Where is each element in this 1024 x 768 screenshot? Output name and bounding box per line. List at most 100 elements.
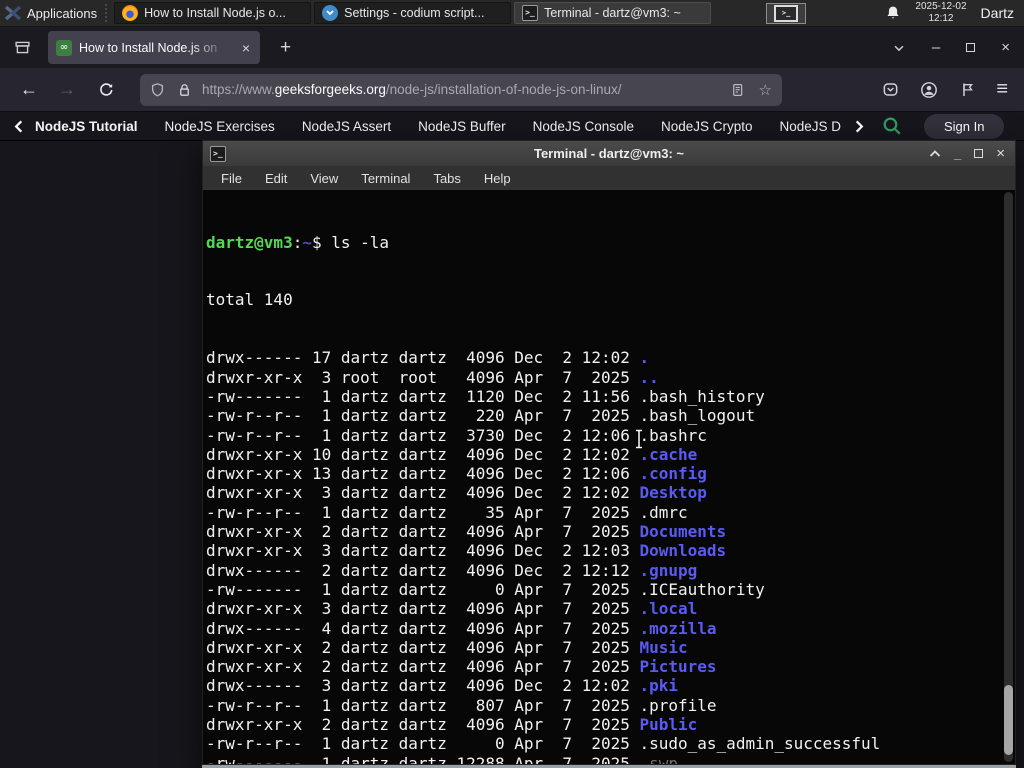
- geeksforgeeks-favicon: ∞: [56, 39, 72, 56]
- ls-row: -rw-r--r-- 1 dartz dartz 3730 Dec 2 12:0…: [206, 426, 1001, 445]
- firefox-view-icon[interactable]: [8, 34, 36, 62]
- ls-row-filename: Desktop: [639, 483, 707, 503]
- account-icon[interactable]: [920, 81, 938, 99]
- prompt-line: dartz@vm3:~$ ls -la: [206, 232, 390, 252]
- extensions-icon[interactable]: [959, 81, 975, 98]
- workspace-switcher[interactable]: >_: [766, 2, 807, 24]
- reload-icon[interactable]: [98, 82, 114, 98]
- new-tab-button[interactable]: +: [274, 35, 297, 61]
- browser-tab-active[interactable]: ∞ How to Install Node.js on ×: [48, 31, 260, 64]
- menu-tabs[interactable]: Tabs: [433, 171, 460, 186]
- sign-in-button[interactable]: Sign In: [924, 113, 1005, 139]
- ls-row: drwxr-xr-x 3 dartz dartz 4096 Dec 2 12:0…: [206, 483, 1001, 502]
- taskbar-window-codium[interactable]: Settings - codium script...: [314, 2, 512, 24]
- taskbar-window-label: Terminal - dartz@vm3: ~: [544, 6, 681, 20]
- nav-link-buffer[interactable]: NodeJS Buffer: [418, 119, 506, 134]
- url-bar[interactable]: https://www.geeksforgeeks.org/node-js/in…: [140, 73, 782, 106]
- notification-bell-icon[interactable]: [885, 5, 901, 21]
- ls-row: drwx------ 17 dartz dartz 4096 Dec 2 12:…: [206, 348, 1001, 367]
- applications-menu[interactable]: Applications: [27, 6, 97, 21]
- taskbar-window-firefox[interactable]: How to Install Node.js o...: [114, 2, 312, 24]
- nav-link-dns[interactable]: NodeJS DNS: [780, 119, 841, 134]
- codium-icon: [322, 5, 339, 21]
- terminal-scrollbar[interactable]: [1004, 192, 1013, 762]
- browser-toolbar: ← → https://www.geeksforgeeks.org/node-j…: [0, 68, 1024, 112]
- list-all-tabs-icon[interactable]: [892, 41, 906, 55]
- ls-row-meta: drwxr-xr-x 10 dartz dartz 4096 Dec 2 12:…: [206, 444, 640, 464]
- nav-link-assert[interactable]: NodeJS Assert: [302, 119, 391, 134]
- ls-row-filename: .bash_history: [639, 386, 765, 406]
- prompt-cwd: ~: [302, 232, 312, 252]
- url-text: https://www.geeksforgeeks.org/node-js/in…: [202, 82, 622, 97]
- ls-row: drwxr-xr-x 2 dartz dartz 4096 Apr 7 2025…: [206, 657, 1001, 676]
- terminal-scrollbar-thumb[interactable]: [1004, 685, 1013, 755]
- panel-separator: [105, 4, 110, 22]
- nav-link-exercises[interactable]: NodeJS Exercises: [165, 119, 275, 134]
- nav-link-console[interactable]: NodeJS Console: [533, 119, 634, 134]
- terminal-titlebar[interactable]: >_ Terminal - dartz@vm3: ~ _ ×: [202, 140, 1016, 166]
- workspace-terminal-thumbnail: >_: [774, 4, 799, 22]
- back-button[interactable]: ←: [20, 79, 38, 100]
- menu-file[interactable]: File: [221, 171, 242, 186]
- ls-row: drwxr-xr-x 10 dartz dartz 4096 Dec 2 12:…: [206, 445, 1001, 464]
- ls-row-filename: Music: [639, 637, 688, 657]
- ls-row-meta: drwx------ 2 dartz dartz 4096 Dec 2 12:1…: [206, 560, 640, 580]
- taskbar-window-terminal[interactable]: >_ Terminal - dartz@vm3: ~: [514, 2, 712, 24]
- gfg-nav-links: NodeJS Tutorial NodeJS Exercises NodeJS …: [35, 119, 841, 134]
- terminal-maximize-button[interactable]: [974, 149, 984, 158]
- ls-row: -rw------- 1 dartz dartz 12288 Apr 7 202…: [206, 754, 1001, 764]
- search-icon[interactable]: [882, 116, 902, 136]
- terminal-icon: >_: [210, 145, 226, 162]
- terminal-close-button[interactable]: ×: [996, 145, 1005, 162]
- ls-row-meta: drwxr-xr-x 3 root root 4096 Apr 7 2025: [206, 367, 640, 387]
- ls-row-filename: ..: [639, 367, 659, 387]
- xfce-logo-icon[interactable]: [4, 5, 22, 21]
- pocket-save-icon[interactable]: [882, 81, 899, 98]
- ls-row: drwx------ 4 dartz dartz 4096 Apr 7 2025…: [206, 619, 1001, 638]
- terminal-rollup-icon[interactable]: [929, 149, 941, 158]
- browser-minimize-button[interactable]: –: [932, 39, 940, 56]
- menu-view[interactable]: View: [310, 171, 338, 186]
- total-line: total 140: [206, 290, 293, 310]
- bookmark-star-icon[interactable]: ☆: [759, 81, 772, 99]
- nav-link-crypto[interactable]: NodeJS Crypto: [661, 119, 753, 134]
- ls-row-meta: drwx------ 3 dartz dartz 4096 Dec 2 12:0…: [206, 676, 640, 696]
- ls-row: -rw-r--r-- 1 dartz dartz 220 Apr 7 2025 …: [206, 406, 1001, 425]
- ls-row-filename: .config: [639, 464, 707, 484]
- lock-icon[interactable]: [177, 82, 192, 98]
- panel-clock[interactable]: 2025-12-02 12:12: [915, 1, 966, 26]
- ls-row-meta: drwx------ 17 dartz dartz 4096 Dec 2 12:…: [206, 348, 640, 368]
- ls-row-meta: -rw-r--r-- 1 dartz dartz 0 Apr 7 2025: [206, 734, 640, 754]
- browser-maximize-button[interactable]: [966, 43, 976, 52]
- ls-row-meta: -rw-r--r-- 1 dartz dartz 220 Apr 7 2025: [206, 406, 640, 426]
- nav-scroll-right-icon[interactable]: [853, 119, 866, 134]
- ls-row-meta: drwxr-xr-x 3 dartz dartz 4096 Dec 2 12:0…: [206, 541, 640, 561]
- ls-row-meta: drwxr-xr-x 3 dartz dartz 4096 Dec 2 12:0…: [206, 483, 640, 503]
- user-menu[interactable]: Dartz: [981, 5, 1014, 21]
- forward-button[interactable]: →: [58, 79, 76, 100]
- ls-row: -rw------- 1 dartz dartz 0 Apr 7 2025 .I…: [206, 580, 1001, 599]
- ls-row-meta: drwxr-xr-x 3 dartz dartz 4096 Apr 7 2025: [206, 599, 640, 619]
- app-menu-icon[interactable]: ≡: [996, 78, 1008, 101]
- browser-close-button[interactable]: ×: [1001, 39, 1010, 56]
- menu-terminal[interactable]: Terminal: [361, 171, 410, 186]
- ls-row-meta: -rw-r--r-- 1 dartz dartz 807 Apr 7 2025: [206, 695, 640, 715]
- menu-help[interactable]: Help: [484, 171, 511, 186]
- ls-row-meta: drwxr-xr-x 2 dartz dartz 4096 Apr 7 2025: [206, 522, 640, 542]
- tab-close-icon[interactable]: ×: [240, 39, 252, 57]
- ls-row: drwxr-xr-x 2 dartz dartz 4096 Apr 7 2025…: [206, 522, 1001, 541]
- typed-command: ls -la: [331, 232, 390, 252]
- tracking-protection-shield-icon[interactable]: [150, 82, 165, 98]
- nav-scroll-left-icon[interactable]: [12, 119, 25, 134]
- ls-row: -rw-r--r-- 1 dartz dartz 0 Apr 7 2025 .s…: [206, 734, 1001, 753]
- terminal-window: >_ Terminal - dartz@vm3: ~ _ × File Edit…: [202, 140, 1016, 768]
- ls-row: drwxr-xr-x 3 dartz dartz 4096 Dec 2 12:0…: [206, 541, 1001, 560]
- taskbar-window-label: Settings - codium script...: [344, 6, 485, 20]
- ls-row-filename: Public: [639, 715, 698, 735]
- reader-mode-icon[interactable]: [730, 82, 745, 98]
- menu-edit[interactable]: Edit: [265, 171, 287, 186]
- terminal-output[interactable]: dartz@vm3:~$ ls -la total 140 drwx------ …: [202, 190, 1016, 765]
- nav-link-tutorial[interactable]: NodeJS Tutorial: [35, 119, 138, 134]
- ls-row-filename: .gnupg: [639, 560, 698, 580]
- terminal-minimize-button[interactable]: _: [954, 146, 961, 161]
